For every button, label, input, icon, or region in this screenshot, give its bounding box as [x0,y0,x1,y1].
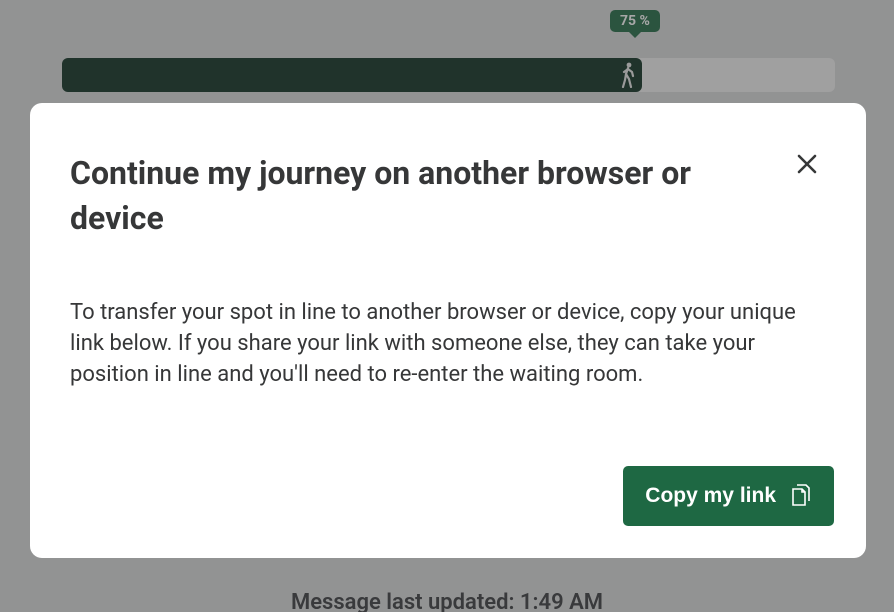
page-root: 75 % Message last updated: 1:49 AM Conti… [0,0,894,612]
copy-link-label: Copy my link [645,484,776,508]
close-button[interactable] [792,149,822,179]
modal-title: Continue my journey on another browser o… [70,151,730,241]
copy-icon [790,483,812,509]
copy-link-button[interactable]: Copy my link [623,466,834,526]
close-icon [796,153,818,175]
transfer-link-modal: Continue my journey on another browser o… [30,103,866,558]
modal-body-text: To transfer your spot in line to another… [70,297,822,391]
